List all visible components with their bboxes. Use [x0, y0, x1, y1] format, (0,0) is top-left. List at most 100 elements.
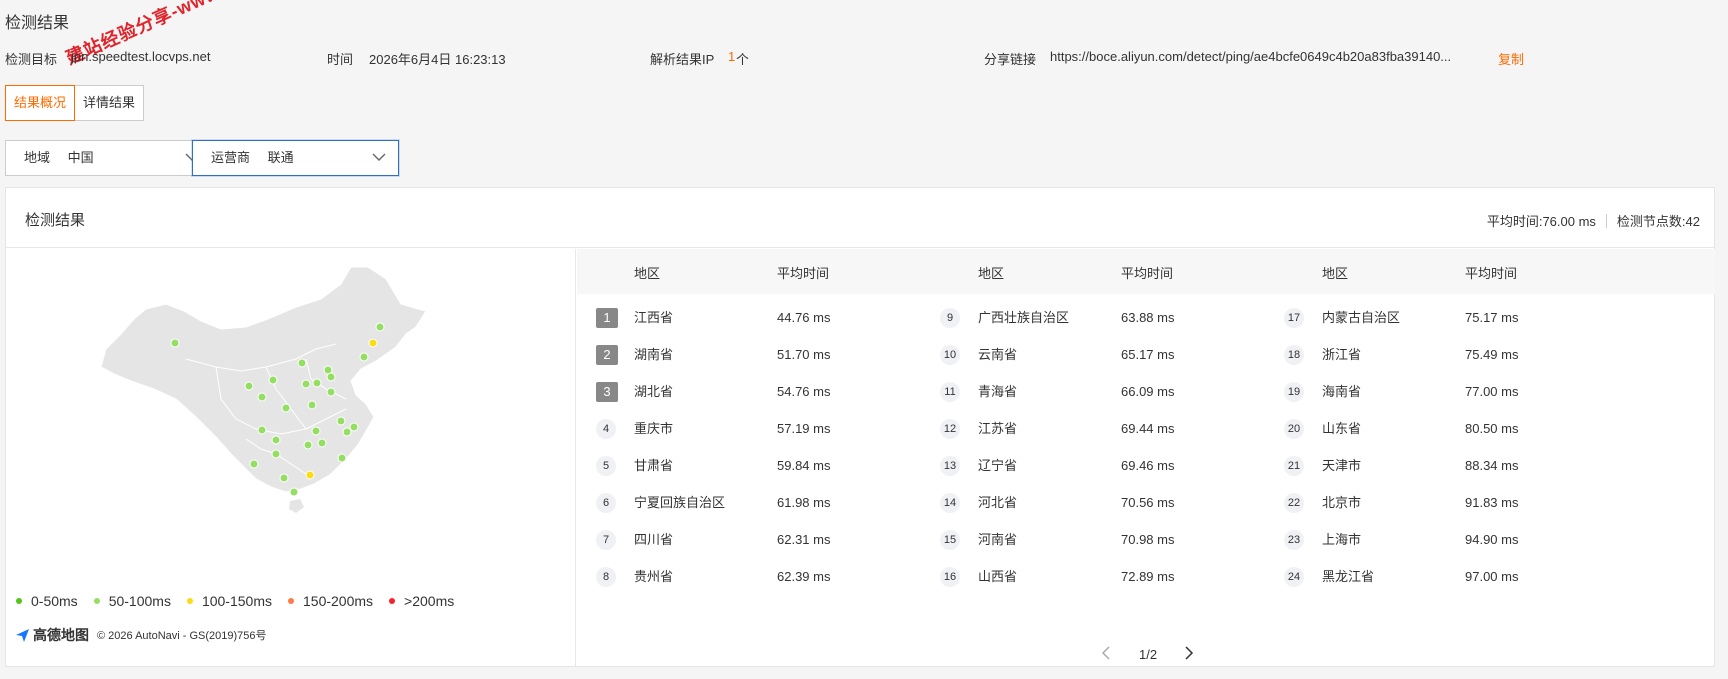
rank-badge: 1 — [596, 308, 618, 328]
rank-badge: 11 — [940, 382, 960, 402]
region-select[interactable]: 地域 中国 — [5, 140, 212, 176]
region-cell: 贵州省 — [634, 569, 674, 584]
avg-time-cell: 57.19 ms — [777, 421, 831, 436]
isp-select-label: 运营商 — [211, 150, 251, 165]
map-node-dot[interactable] — [337, 453, 347, 463]
map-node-dot[interactable] — [268, 375, 278, 385]
map-node-dot[interactable] — [271, 435, 281, 445]
share-label: 分享链接 — [984, 52, 1037, 67]
map-node-dot[interactable] — [170, 338, 180, 348]
china-map[interactable] — [6, 249, 576, 579]
header-avg-1: 平均时间 — [777, 266, 830, 281]
map-node-dot[interactable] — [317, 438, 327, 448]
hainan-island — [289, 499, 304, 513]
map-node-dot[interactable] — [375, 322, 385, 332]
map-node-dot[interactable] — [311, 426, 321, 436]
rank-badge: 13 — [940, 456, 960, 476]
copy-button[interactable]: 复制 — [1498, 49, 1524, 68]
legend-dot — [186, 598, 193, 604]
avg-time-cell: 62.39 ms — [777, 569, 831, 584]
table-row: 5 甘肃省 59.84 ms 13 辽宁省 69.46 ms 21 天津市 88.34 ms — [577, 447, 1715, 484]
map-node-dot[interactable] — [342, 427, 352, 437]
tab-details[interactable]: 详情结果 — [75, 85, 145, 121]
china-map-shape — [100, 266, 427, 493]
panel-stats: 平均时间:76.00 ms 检测节点数:42 — [1487, 211, 1700, 230]
rank-badge: 4 — [596, 419, 616, 439]
map-copyright: © 2026 AutoNavi - GS(2019)756号 — [97, 630, 267, 642]
table-row: 8 贵州省 62.39 ms 16 山西省 72.89 ms 24 黑龙江省 97.00 ms — [577, 558, 1715, 595]
table-row: 3 湖北省 54.76 ms 11 青海省 66.09 ms 19 海南省 77.00 ms — [577, 373, 1715, 410]
map-node-dot[interactable] — [359, 352, 369, 362]
map-node-dot[interactable] — [244, 381, 254, 391]
map-node-dot[interactable] — [281, 403, 291, 413]
ip-label: 解析结果IP — [650, 52, 715, 67]
rank-badge: 12 — [940, 419, 960, 439]
avg-time-cell: 63.88 ms — [1121, 310, 1175, 325]
tab-overview[interactable]: 结果概况 — [5, 85, 76, 121]
legend-label: 50-100ms — [108, 593, 171, 609]
avg-time-cell: 75.49 ms — [1465, 347, 1519, 362]
legend-label: >200ms — [404, 593, 455, 609]
region-cell: 四川省 — [634, 532, 674, 547]
meta-row: 检测目标 jpn.speedtest.locvps.net 时间 2026年6月… — [0, 49, 1728, 69]
map-node-dot[interactable] — [305, 470, 315, 480]
map-node-dot[interactable] — [257, 392, 267, 402]
map-node-dot[interactable] — [326, 387, 336, 397]
amap-logo-icon — [16, 629, 29, 642]
legend-dot — [288, 598, 294, 604]
rank-badge: 15 — [940, 530, 960, 550]
avg-time-cell: 75.17 ms — [1465, 310, 1519, 325]
map-node-dot[interactable] — [307, 400, 317, 410]
rank-badge: 22 — [1284, 493, 1304, 513]
map-node-dot[interactable] — [326, 372, 336, 382]
region-cell: 黑龙江省 — [1322, 569, 1375, 584]
avg-time-cell: 51.70 ms — [777, 347, 831, 362]
map-node-dot[interactable] — [257, 425, 267, 435]
region-cell: 湖北省 — [634, 384, 674, 399]
node-count-stat: 检测节点数:42 — [1616, 214, 1700, 229]
chevron-left-icon[interactable] — [1101, 646, 1111, 660]
map-node-dot[interactable] — [297, 358, 307, 368]
legend-dot — [16, 598, 22, 604]
rank-badge: 2 — [596, 345, 618, 365]
region-cell: 内蒙古自治区 — [1322, 310, 1401, 325]
isp-select[interactable]: 运营商 联通 — [192, 140, 399, 176]
rank-badge: 18 — [1284, 345, 1304, 365]
amap-logo-text: 高德地图 — [33, 627, 89, 643]
avg-time-cell: 72.89 ms — [1121, 569, 1175, 584]
map-node-dot[interactable] — [349, 422, 359, 432]
region-cell: 北京市 — [1322, 495, 1362, 510]
avg-time-cell: 88.34 ms — [1465, 458, 1519, 473]
region-cell: 海南省 — [1322, 384, 1362, 399]
map-node-dot[interactable] — [368, 338, 378, 348]
map-node-dot[interactable] — [303, 440, 313, 450]
rank-badge: 17 — [1284, 308, 1304, 328]
chevron-right-icon[interactable] — [1184, 646, 1194, 660]
map-legend: 0-50ms 50-100ms 100-150ms 150-200ms >200ms — [16, 593, 470, 609]
legend-item: 0-50ms — [16, 593, 78, 609]
header-region-3: 地区 — [1322, 266, 1349, 281]
avg-time-cell: 70.56 ms — [1121, 495, 1175, 510]
rank-badge: 19 — [1284, 382, 1304, 402]
map-node-dot[interactable] — [279, 473, 289, 483]
legend-dot — [389, 598, 396, 604]
avg-time-cell: 59.84 ms — [777, 458, 831, 473]
result-tabs: 结果概况 详情结果 — [5, 85, 145, 121]
ip-count[interactable]: 1 — [728, 49, 735, 64]
region-cell: 宁夏回族自治区 — [634, 495, 726, 510]
map-node-dot[interactable] — [289, 487, 299, 497]
map-node-dot[interactable] — [271, 449, 281, 459]
rank-badge: 6 — [596, 493, 616, 513]
map-node-dot[interactable] — [301, 379, 311, 389]
map-node-dot[interactable] — [312, 378, 322, 388]
avg-time-cell: 91.83 ms — [1465, 495, 1519, 510]
map-node-dot[interactable] — [249, 459, 259, 469]
legend-item: 150-200ms — [288, 593, 373, 609]
region-cell: 云南省 — [978, 347, 1018, 362]
table-row: 1 江西省 44.76 ms 9 广西壮族自治区 63.88 ms 17 内蒙古自治区 75.1… — [577, 299, 1715, 336]
avg-time-cell: 66.09 ms — [1121, 384, 1175, 399]
table-row: 7 四川省 62.31 ms 15 河南省 70.98 ms 23 上海市 94.90 ms — [577, 521, 1715, 558]
avg-time-cell: 69.46 ms — [1121, 458, 1175, 473]
map-node-dot[interactable] — [336, 416, 346, 426]
avg-time-cell: 94.90 ms — [1465, 532, 1519, 547]
